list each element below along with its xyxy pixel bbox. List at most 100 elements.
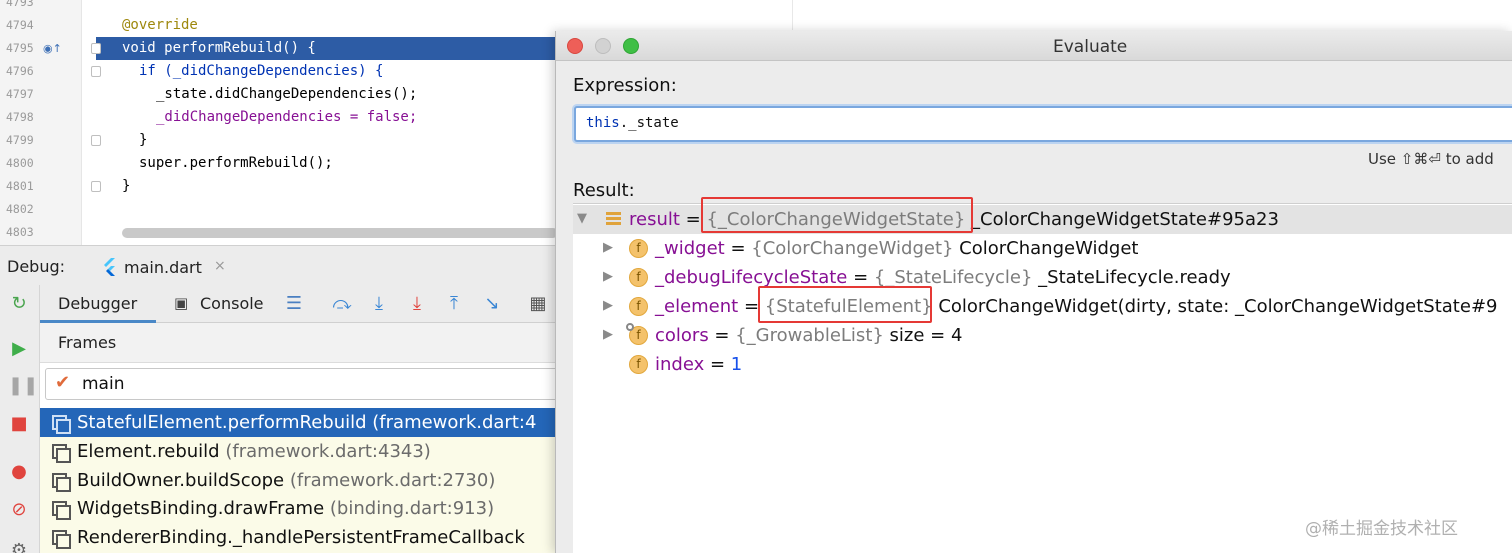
frame-row[interactable]: Element.rebuild (framework.dart:4343) [40, 437, 560, 466]
line-number: 4800 [6, 156, 34, 170]
frame-stack-icon [52, 444, 71, 463]
line-number: 4796 [6, 64, 34, 78]
rerun-icon[interactable]: ↻ [8, 293, 30, 315]
pause-icon[interactable]: ❚❚ [8, 375, 38, 397]
code-line: 4799 } [0, 129, 560, 152]
field-icon: f [626, 323, 648, 345]
result-tree: ▼ result = {_ColorChangeWidgetState} _Co… [573, 197, 1512, 553]
console-icon: ▣ [174, 294, 189, 312]
close-tab-icon[interactable]: × [214, 258, 226, 274]
frame-text: Element.rebuild (framework.dart:4343) [77, 441, 431, 462]
resume-icon[interactable]: ▶ [8, 338, 30, 360]
frames-list: StatefulElement.performRebuild (framewor… [40, 408, 560, 553]
expression-label: Expression: [573, 75, 677, 96]
field-icon: f [629, 239, 648, 258]
minimize-window-button[interactable] [595, 38, 611, 54]
evaluate-expression-icon[interactable]: ▦ [526, 292, 550, 316]
code-line: 4800 super.performRebuild(); [0, 152, 560, 175]
run-to-cursor-icon[interactable]: ↘ [480, 292, 504, 316]
tab-console[interactable]: ▣ Console [174, 285, 284, 323]
tree-row-widget[interactable]: ▶ f _widget = {ColorChangeWidget} ColorC… [573, 234, 1512, 263]
view-breakpoints-icon[interactable]: ● [8, 461, 30, 483]
mute-breakpoints-icon[interactable]: ⊘ [8, 499, 30, 521]
frame-stack-icon [52, 415, 71, 434]
frame-text: StatefulElement.performRebuild (framewor… [77, 412, 537, 433]
close-window-button[interactable] [567, 38, 583, 54]
fold-icon[interactable] [91, 66, 101, 77]
line-number: 4794 [6, 18, 34, 32]
code-line: 4797 _state.didChangeDependencies(); [0, 83, 560, 106]
expand-arrow-icon[interactable]: ▶ [603, 240, 617, 255]
fold-icon[interactable] [91, 135, 101, 146]
debug-header: Debug: main.dart × [0, 245, 560, 285]
line-number: 4797 [6, 87, 34, 101]
fold-icon[interactable] [91, 181, 101, 192]
settings-icon[interactable]: ⚙ [8, 540, 30, 553]
dialog-title: Evaluate [1053, 37, 1128, 57]
step-out-icon[interactable]: ⤒ [442, 292, 466, 316]
flutter-icon [104, 258, 115, 276]
menu-icon[interactable]: ☰ [282, 292, 306, 316]
line-number: 4795 [6, 41, 34, 55]
line-number: 4801 [6, 179, 34, 193]
code-line: 4794 @override [0, 14, 560, 37]
field-icon: f [629, 297, 648, 316]
code-line-current: 4795 ◉↑ void performRebuild() { [0, 37, 560, 60]
debugger-toolbar: Debugger ▣ Console ☰ ⤼ ⤓ ⤓ ⤒ ↘ ▦ [40, 285, 560, 323]
line-number: 4793 [6, 0, 34, 9]
tree-row-index[interactable]: f index = 1 [573, 350, 1512, 379]
expand-arrow-icon[interactable]: ▶ [603, 327, 617, 342]
force-step-into-icon[interactable]: ⤓ [405, 292, 429, 316]
horizontal-scrollbar[interactable] [122, 228, 558, 238]
field-icon: f [629, 268, 648, 287]
code-text: @override [122, 17, 198, 33]
breakpoint-marker-icon[interactable]: ◉↑ [43, 42, 62, 55]
maximize-window-button[interactable] [623, 38, 639, 54]
code-line: 4802 [0, 198, 560, 221]
tree-row-colors[interactable]: ▶ f colors = {_GrowableList} size = 4 [573, 321, 1512, 350]
field-icon: f [629, 355, 648, 374]
expand-arrow-icon[interactable]: ▶ [603, 298, 617, 313]
code-editor[interactable]: 4793 4794 @override 4795 ◉↑ void perform… [0, 0, 560, 245]
thread-select[interactable]: ✔ main [45, 368, 560, 400]
line-number: 4799 [6, 133, 34, 147]
frame-stack-icon [52, 501, 71, 520]
expression-text: this._state [586, 115, 679, 131]
tab-console-label: Console [200, 294, 264, 313]
code-text: } [139, 132, 148, 148]
line-number: 4798 [6, 110, 34, 124]
step-over-icon[interactable]: ⤓ [367, 292, 391, 316]
fold-icon[interactable] [91, 43, 101, 54]
frame-stack-icon [52, 530, 71, 549]
expand-arrow-icon[interactable]: ▶ [603, 269, 617, 284]
debug-session-tab[interactable]: main.dart × [96, 252, 226, 284]
collapse-arrow-icon[interactable]: ▼ [577, 211, 591, 226]
tree-row-element[interactable]: ▶ f _element = {StatefulElement} ColorCh… [573, 292, 1512, 321]
frame-row[interactable]: WidgetsBinding.drawFrame (binding.dart:9… [40, 494, 560, 523]
frame-row[interactable]: RendererBinding._handlePersistentFrameCa… [40, 523, 560, 552]
watermark: @稀土掘金技术社区 [1305, 519, 1458, 539]
tree-row-text: colors = {_GrowableList} size = 4 [655, 325, 963, 346]
tab-debugger[interactable]: Debugger [40, 285, 156, 323]
tree-row-lifecycle[interactable]: ▶ f _debugLifecycleState = {_StateLifecy… [573, 263, 1512, 292]
evaluate-dialog: Evaluate Expression: this._state Use ⇧⌘⏎… [555, 31, 1512, 553]
thread-name: main [82, 374, 125, 394]
result-label: Result: [573, 180, 635, 201]
stop-icon[interactable]: ■ [8, 413, 30, 435]
debug-side-toolbar: ↻ ▶ ❚❚ ■ ● ⊘ ⚙ [0, 285, 40, 553]
expression-input[interactable]: this._state [574, 106, 1512, 142]
shortcut-hint: Use ⇧⌘⏎ to add [1368, 150, 1494, 168]
frame-text: RendererBinding._handlePersistentFrameCa… [77, 527, 525, 548]
line-number: 4803 [6, 225, 34, 239]
code-line: 4796 if (_didChangeDependencies) { [0, 60, 560, 83]
checkmark-icon: ✔ [55, 372, 71, 393]
object-icon [606, 212, 621, 226]
show-execution-point-icon[interactable]: ⤼ [330, 292, 354, 316]
frame-row[interactable]: StatefulElement.performRebuild (framewor… [40, 408, 560, 437]
frame-row[interactable]: BuildOwner.buildScope (framework.dart:27… [40, 466, 560, 495]
highlight-box-element-type [758, 286, 932, 323]
frame-text: BuildOwner.buildScope (framework.dart:27… [77, 470, 496, 491]
dialog-titlebar[interactable]: Evaluate [556, 31, 1512, 61]
tab-debugger-label: Debugger [58, 294, 138, 313]
code-text: void performRebuild() { [122, 40, 316, 56]
